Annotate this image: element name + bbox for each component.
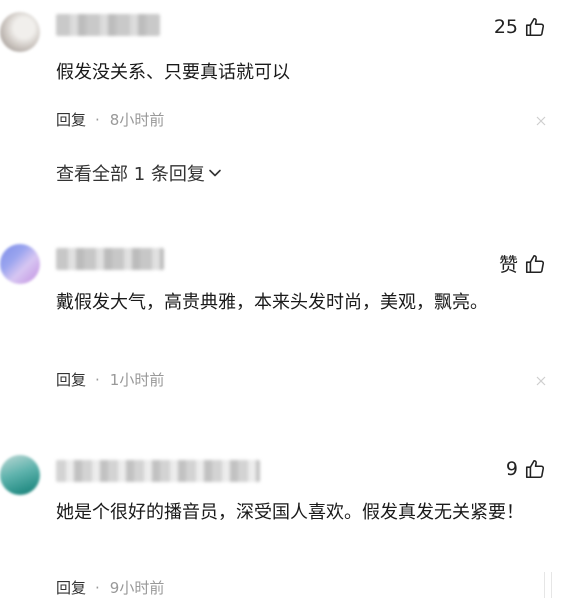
like-button[interactable]: 25	[494, 16, 546, 38]
comment-text: 戴假发大气，高贵典雅，本来头发时尚，美观，飘亮。	[56, 292, 488, 313]
like-count: 25	[493, 16, 518, 38]
like-button[interactable]: 9	[506, 458, 546, 480]
username-blurred[interactable]	[56, 248, 164, 270]
reply-button[interactable]: 回复	[56, 369, 86, 390]
meta-separator: ·	[95, 370, 100, 389]
timestamp: 8小时前	[109, 111, 165, 129]
chevron-down-icon	[209, 169, 221, 177]
like-count: 赞	[498, 254, 518, 276]
like-button[interactable]: 赞	[499, 250, 546, 277]
comment-text: 她是个很好的播音员，深受国人喜欢。假发真发无关紧要！	[56, 502, 524, 523]
meta-separator: ·	[95, 578, 100, 597]
thumbs-up-icon	[524, 253, 546, 275]
comment-text: 假发没关系、只要真话就可以	[56, 62, 290, 83]
close-icon[interactable]	[536, 376, 546, 386]
username-blurred[interactable]	[56, 460, 260, 482]
reply-button[interactable]: 回复	[56, 577, 86, 598]
avatar[interactable]	[0, 455, 40, 495]
thumbs-up-icon	[524, 16, 546, 38]
timestamp: 9小时前	[109, 579, 165, 597]
scrollbar[interactable]	[544, 572, 552, 598]
reply-button[interactable]: 回复	[56, 109, 86, 130]
like-count: 9	[505, 458, 518, 480]
view-all-replies-label: 查看全部 1 条回复	[56, 164, 205, 185]
avatar[interactable]	[0, 244, 40, 284]
timestamp: 1小时前	[109, 371, 165, 389]
meta-separator: ·	[95, 110, 100, 129]
username-blurred[interactable]	[56, 14, 160, 36]
close-icon[interactable]	[536, 116, 546, 126]
comment-meta: 回复 · 9小时前	[56, 577, 164, 598]
avatar[interactable]	[0, 12, 40, 52]
thumbs-up-icon	[524, 458, 546, 480]
comment-meta: 回复 · 8小时前	[56, 109, 164, 130]
view-all-replies-link[interactable]: 查看全部 1 条回复	[56, 160, 222, 186]
comment-meta: 回复 · 1小时前	[56, 369, 164, 390]
